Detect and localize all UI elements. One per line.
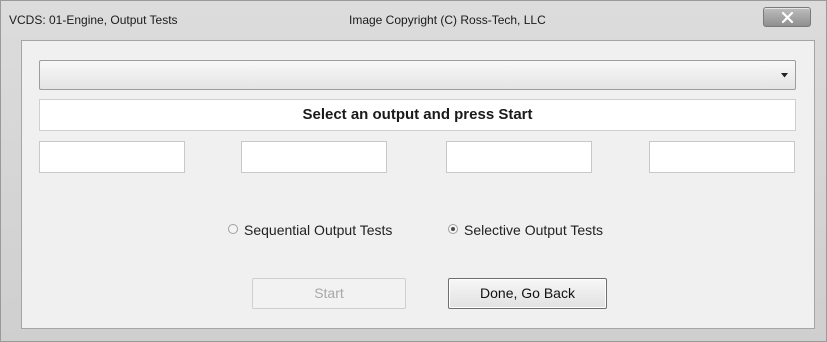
start-button[interactable]: Start	[252, 278, 406, 309]
close-button[interactable]	[763, 7, 811, 27]
chevron-down-icon	[781, 73, 788, 78]
sequential-radio-label: Sequential Output Tests	[244, 222, 393, 238]
copyright-notice: Image Copyright (C) Ross-Tech, LLC	[349, 13, 546, 27]
close-x-icon	[781, 12, 794, 23]
readout-field-4	[649, 141, 795, 173]
readout-field-1	[39, 141, 185, 173]
title-bar[interactable]: VCDS: 01-Engine, Output Tests Image Copy…	[1, 1, 826, 37]
selective-radio-indicator	[448, 224, 458, 234]
output-select-dropdown[interactable]	[39, 60, 796, 90]
window-title: VCDS: 01-Engine, Output Tests	[9, 13, 178, 27]
selective-radio-label: Selective Output Tests	[464, 222, 604, 238]
readout-field-2	[241, 141, 387, 173]
output-tests-window: VCDS: 01-Engine, Output Tests Image Copy…	[0, 0, 827, 342]
done-go-back-button[interactable]: Done, Go Back	[448, 278, 607, 309]
sequential-radio-indicator	[228, 224, 238, 234]
readout-field-3	[446, 141, 592, 173]
status-message: Select an output and press Start	[39, 99, 796, 131]
client-area: Select an output and press Start Sequent…	[21, 40, 815, 329]
